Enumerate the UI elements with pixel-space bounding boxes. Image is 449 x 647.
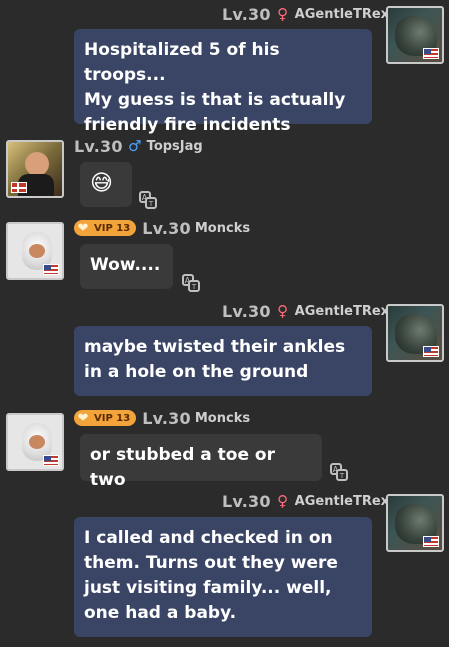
- plush-toy-face: [29, 244, 45, 258]
- level-label: Lv.30: [142, 218, 191, 238]
- chat-message-bubble[interactable]: I called and checked in on them. Turns o…: [74, 517, 372, 637]
- svg-text:A: A: [333, 465, 339, 474]
- svg-text:T: T: [148, 200, 154, 208]
- avatar[interactable]: [6, 413, 64, 471]
- us-flag-icon: [43, 455, 59, 466]
- username[interactable]: AGentleTRex: [295, 7, 389, 22]
- us-flag-icon: [423, 536, 439, 547]
- chat-message-bubble[interactable]: maybe twisted their ankles in a hole on …: [74, 326, 372, 396]
- us-flag-icon: [423, 346, 439, 357]
- vip-heart-icon: ❤: [77, 220, 89, 236]
- level-label: Lv.30: [142, 408, 191, 428]
- message-header: Lv.30 ♀ AGentleTRex: [222, 489, 389, 513]
- plush-toy-face: [29, 435, 45, 449]
- chat-message-bubble[interactable]: Hospitalized 5 of his troops... My guess…: [74, 29, 372, 135]
- avatar[interactable]: [6, 222, 64, 280]
- message-header: ❤ VIP 13 Lv.30 Moncks: [74, 406, 250, 430]
- translate-icon[interactable]: A T: [329, 462, 349, 482]
- vip-label: VIP 13: [94, 412, 131, 424]
- level-label: Lv.30: [222, 4, 271, 24]
- level-label: Lv.30: [222, 301, 271, 321]
- svg-text:T: T: [339, 472, 345, 480]
- svg-text:A: A: [185, 276, 191, 285]
- message-header: ❤ VIP 13 Lv.30 Moncks: [74, 216, 250, 240]
- male-symbol-icon: ♂: [127, 137, 142, 155]
- username[interactable]: TopsJag: [147, 139, 203, 154]
- username[interactable]: AGentleTRex: [295, 304, 389, 319]
- avatar[interactable]: [386, 494, 444, 552]
- us-flag-icon: [43, 264, 59, 275]
- username[interactable]: Moncks: [195, 221, 250, 236]
- vip-heart-icon: ❤: [77, 410, 89, 426]
- female-symbol-icon: ♀: [277, 5, 289, 23]
- vip-badge: ❤ VIP 13: [74, 410, 137, 426]
- female-symbol-icon: ♀: [277, 492, 289, 510]
- avatar[interactable]: [6, 140, 64, 198]
- chat-message-bubble[interactable]: Wow....: [80, 244, 173, 289]
- person-avatar-face: [25, 152, 49, 176]
- level-label: Lv.30: [74, 136, 123, 156]
- level-label: Lv.30: [222, 491, 271, 511]
- chat-message-bubble[interactable]: or stubbed a toe or two: [80, 434, 322, 490]
- message-header: Lv.30 ♀ AGentleTRex: [222, 2, 389, 26]
- chat-message-bubble[interactable]: 😅: [80, 162, 132, 207]
- username[interactable]: AGentleTRex: [295, 494, 389, 509]
- us-flag-icon: [423, 48, 439, 59]
- message-header: Lv.30 ♀ AGentleTRex: [222, 299, 389, 323]
- svg-text:A: A: [142, 193, 148, 202]
- translate-icon[interactable]: A T: [138, 190, 158, 210]
- avatar[interactable]: [386, 6, 444, 64]
- avatar[interactable]: [386, 304, 444, 362]
- message-header: Lv.30 ♂ TopsJag: [74, 134, 203, 158]
- svg-text:T: T: [191, 283, 197, 291]
- username[interactable]: Moncks: [195, 411, 250, 426]
- vip-badge: ❤ VIP 13: [74, 220, 137, 236]
- vip-label: VIP 13: [94, 222, 131, 234]
- denmark-flag-icon: [11, 182, 27, 193]
- translate-icon[interactable]: A T: [181, 273, 201, 293]
- female-symbol-icon: ♀: [277, 302, 289, 320]
